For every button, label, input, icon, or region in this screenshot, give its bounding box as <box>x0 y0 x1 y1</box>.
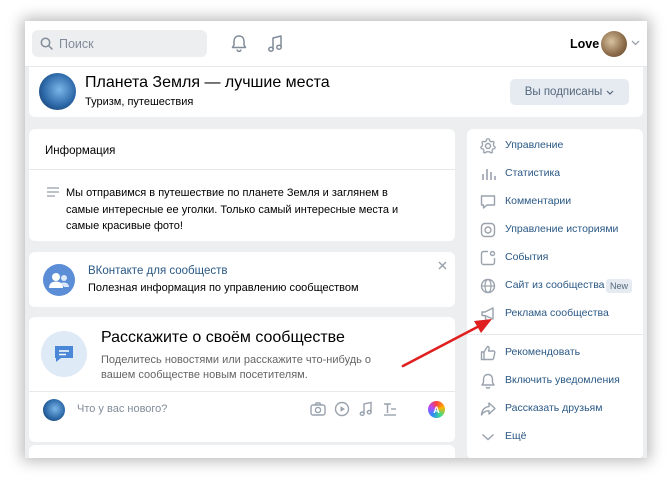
menu-item-label: Рассказать друзьям <box>505 402 603 414</box>
post-background-icon[interactable]: A <box>428 401 445 418</box>
new-badge: New <box>606 279 633 293</box>
info-card: Информация Мы отправимся в путешествие п… <box>29 129 455 241</box>
menu-item-events[interactable]: События <box>467 247 643 269</box>
group-menu: Управление Статистика Комментарии Управл… <box>467 129 643 458</box>
menu-item-label: Статистика <box>505 167 561 179</box>
menu-item-label: Комментарии <box>505 195 572 207</box>
menu-item-recommend[interactable]: Рекомендовать <box>467 342 643 364</box>
search-input[interactable]: Поиск <box>32 30 207 57</box>
chevron-down-icon <box>606 90 614 95</box>
chevron-down-icon[interactable] <box>631 40 640 46</box>
camera-icon[interactable] <box>309 400 327 418</box>
post-toolbar <box>309 400 399 418</box>
menu-item-site[interactable]: Сайт из сообщества New <box>467 275 643 297</box>
group-subtitle: Туризм, путешествия <box>85 96 194 108</box>
story-desc: Поделитесь новостями или расскажите что-… <box>101 354 372 381</box>
stats-icon <box>482 169 496 180</box>
megaphone-icon <box>481 307 494 321</box>
search-placeholder: Поиск <box>59 36 94 51</box>
close-icon[interactable] <box>438 261 447 270</box>
chevron-down-icon <box>481 433 495 441</box>
info-title: Информация <box>45 145 116 157</box>
description-icon <box>47 187 59 197</box>
globe-icon <box>480 278 496 294</box>
vk-promo-card: ВКонтакте для сообществ Полезная информа… <box>29 252 455 307</box>
next-card <box>29 445 455 458</box>
user-avatar[interactable] <box>601 31 627 57</box>
divider <box>29 169 455 170</box>
menu-item-ads[interactable]: Реклама сообщества <box>467 303 643 325</box>
menu-item-more[interactable]: Ещё <box>467 426 643 448</box>
menu-item-manage[interactable]: Управление <box>467 135 643 157</box>
menu-item-label: Включить уведомления <box>505 374 620 386</box>
menu-item-label: Реклама сообщества <box>505 307 609 319</box>
stories-icon <box>480 222 496 238</box>
bell-icon <box>481 373 495 389</box>
search-icon <box>40 37 53 50</box>
menu-item-notifications[interactable]: Включить уведомления <box>467 370 643 392</box>
music-icon[interactable] <box>357 400 375 418</box>
info-text: Мы отправимся в путешествие по планете З… <box>66 187 399 232</box>
top-bar: Поиск Love <box>25 21 647 67</box>
user-name[interactable]: Love <box>570 37 599 51</box>
post-input[interactable]: Что у вас нового? <box>77 403 167 415</box>
menu-item-label: Рекомендовать <box>505 346 581 358</box>
menu-item-label: Ещё <box>505 430 527 442</box>
video-icon[interactable] <box>333 400 351 418</box>
menu-item-label: Управление <box>505 139 564 151</box>
subscribed-button[interactable]: Вы подписаны <box>510 79 629 105</box>
divider <box>29 391 455 392</box>
bell-icon[interactable] <box>230 34 248 54</box>
menu-item-stats[interactable]: Статистика <box>467 163 643 185</box>
story-title: Расскажите о своём сообществе <box>101 329 345 346</box>
story-card: Расскажите о своём сообществе Поделитесь… <box>29 317 455 442</box>
menu-item-label: Сайт из сообщества <box>505 279 605 291</box>
vk-promo-title[interactable]: ВКонтакте для сообществ <box>88 265 228 277</box>
app-window: Поиск Love Планета Земля — лучшие места … <box>25 21 647 458</box>
group-title: Планета Земля — лучшие места <box>85 74 330 91</box>
music-icon[interactable] <box>266 34 284 54</box>
article-icon[interactable] <box>381 400 399 418</box>
gear-icon <box>480 138 496 154</box>
news-icon <box>41 331 87 377</box>
community-icon <box>43 264 75 296</box>
menu-item-label: События <box>505 251 549 263</box>
thumbs-up-icon <box>480 345 496 361</box>
menu-item-stories[interactable]: Управление историями <box>467 219 643 241</box>
comment-icon <box>480 195 496 209</box>
menu-item-comments[interactable]: Комментарии <box>467 191 643 213</box>
share-icon <box>480 402 496 416</box>
subscribed-label: Вы подписаны <box>524 86 603 98</box>
divider <box>467 334 643 335</box>
menu-item-label: Управление историями <box>505 223 619 235</box>
vk-promo-desc: Полезная информация по управлению сообще… <box>88 282 359 294</box>
group-header: Планета Земля — лучшие места Туризм, пут… <box>29 67 643 117</box>
group-avatar[interactable] <box>39 73 76 110</box>
menu-item-share[interactable]: Рассказать друзьям <box>467 398 643 420</box>
group-avatar-small <box>43 399 65 421</box>
events-icon <box>480 250 496 266</box>
